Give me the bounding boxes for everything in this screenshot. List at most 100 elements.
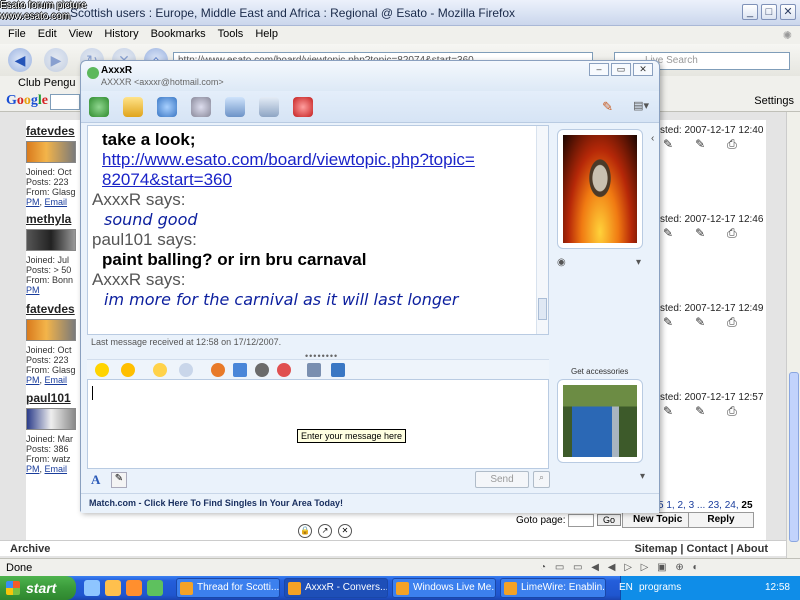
email-link[interactable]: Email <box>45 197 68 207</box>
print-icon[interactable]: ⎙ <box>727 315 737 330</box>
back-icon[interactable]: ◀ <box>8 48 32 72</box>
handwriting-icon[interactable]: ✎ <box>111 472 127 488</box>
print-icon[interactable]: ⎙ <box>727 226 737 241</box>
menu-file[interactable]: File <box>0 26 32 42</box>
edit-icon[interactable]: ✎ <box>695 404 705 419</box>
menu-icon[interactable]: ▤▾ <box>633 99 649 112</box>
activities-icon[interactable] <box>259 97 279 117</box>
page-scrollbar[interactable] <box>786 112 800 558</box>
new-topic-button[interactable]: New Topic <box>622 512 694 528</box>
search-icon[interactable]: ⌕ <box>533 471 550 488</box>
ie-icon[interactable] <box>84 580 100 596</box>
pm-link[interactable]: PM <box>26 375 40 385</box>
close-button[interactable]: ✕ <box>633 63 653 76</box>
share-folders-icon[interactable] <box>225 97 245 117</box>
scrollbar-thumb[interactable] <box>789 372 799 542</box>
wink-icon[interactable] <box>121 363 135 377</box>
goto-page-input[interactable] <box>568 514 595 527</box>
bookmark-club-penguin[interactable]: Club Pengu <box>18 77 76 89</box>
minimize-button[interactable]: _ <box>742 4 758 20</box>
edit-icon[interactable]: ✎ <box>695 226 705 241</box>
menu-history[interactable]: History <box>98 26 144 42</box>
close-icon[interactable]: ✕ <box>338 524 352 538</box>
dropdown-icon[interactable]: ▾ <box>636 257 641 268</box>
get-accessories-link[interactable]: Get accessories <box>571 367 628 376</box>
message-input[interactable] <box>87 379 549 469</box>
menu-help[interactable]: Help <box>249 26 284 42</box>
quote-icon[interactable]: ✎ <box>663 315 673 330</box>
font-icon[interactable] <box>307 363 321 377</box>
ad-text[interactable]: Match.com - Click Here To Find Singles I… <box>89 498 343 508</box>
menu-bookmarks[interactable]: Bookmarks <box>145 26 212 42</box>
send-button[interactable]: Send <box>475 471 529 488</box>
email-link[interactable]: Email <box>45 464 68 474</box>
taskbar-item-firefox[interactable]: Thread for Scotti... <box>176 578 280 598</box>
desktop-icon[interactable] <box>105 580 121 596</box>
taskbar-item-limewire[interactable]: LimeWire: Enablin... <box>500 578 606 598</box>
google-settings-button[interactable]: Settings <box>754 95 794 107</box>
programs-toolbar[interactable]: programs <box>639 582 681 593</box>
message-link[interactable]: http://www.esato.com/board/viewtopic.php… <box>102 150 540 170</box>
taskbar-item-messenger[interactable]: Windows Live Me... <box>392 578 496 598</box>
maximize-button[interactable]: □ <box>761 4 777 20</box>
pm-link[interactable]: PM <box>26 197 40 207</box>
video-call-icon[interactable] <box>157 97 177 117</box>
reply-button[interactable]: Reply <box>688 512 754 528</box>
quote-icon[interactable]: ✎ <box>663 404 673 419</box>
print-icon[interactable]: ⎙ <box>727 137 737 152</box>
author-name[interactable]: fatevdes <box>26 302 82 316</box>
background-icon[interactable] <box>233 363 247 377</box>
media-player-icon[interactable] <box>147 580 163 596</box>
invite-contact-icon[interactable] <box>89 97 109 117</box>
pm-link[interactable]: PM <box>26 464 40 474</box>
taskbar-item-conversation[interactable]: AxxxR - Convers... <box>284 578 388 598</box>
maximize-button[interactable]: ▭ <box>611 63 631 76</box>
edit-icon[interactable]: ✎ <box>695 315 705 330</box>
author-name[interactable]: methyla <box>26 212 82 226</box>
quote-icon[interactable]: ✎ <box>663 137 673 152</box>
author-name[interactable]: fatevdes <box>26 124 82 138</box>
pagination[interactable]: 5 1, 2, 3 ... 23, 24, 25 <box>658 500 753 511</box>
print-icon[interactable]: ⎙ <box>727 404 737 419</box>
pm-link[interactable]: PM <box>26 285 40 295</box>
clock[interactable]: 12:58 <box>765 582 790 593</box>
dropdown-icon[interactable]: ▾ <box>640 471 645 482</box>
advertisement-bar[interactable]: Match.com - Click Here To Find Singles I… <box>81 493 659 513</box>
firefox-icon[interactable] <box>126 580 142 596</box>
nudge-icon[interactable] <box>153 363 167 377</box>
webcam-icon[interactable]: ◉ <box>557 257 566 268</box>
quote-icon[interactable]: ✎ <box>663 226 673 241</box>
lock-icon[interactable]: 🔒 <box>298 524 312 538</box>
games-icon[interactable] <box>255 363 269 377</box>
expand-icon[interactable]: ↗ <box>318 524 332 538</box>
email-link[interactable]: Email <box>45 375 68 385</box>
scrollbar-thumb[interactable] <box>538 298 547 320</box>
minimize-button[interactable]: – <box>589 63 609 76</box>
paint-brush-icon[interactable]: ✎ <box>602 99 613 115</box>
own-display-picture[interactable] <box>557 379 643 463</box>
conversation-scrollbar[interactable] <box>536 126 548 334</box>
font-mode-icon[interactable]: A <box>91 472 100 488</box>
gift-icon[interactable] <box>211 363 225 377</box>
message-link[interactable]: 82074&start=360 <box>102 170 540 190</box>
forward-icon[interactable]: ▶ <box>44 48 68 72</box>
google-search-input[interactable] <box>50 94 80 110</box>
contact-display-picture[interactable] <box>557 129 643 249</box>
call-icon[interactable] <box>191 97 211 117</box>
close-button[interactable]: ✕ <box>780 4 796 20</box>
menu-tools[interactable]: Tools <box>212 26 250 42</box>
send-files-icon[interactable] <box>123 97 143 117</box>
go-button[interactable]: Go <box>597 514 622 527</box>
voice-clip-icon[interactable] <box>179 363 193 377</box>
collapse-panel-icon[interactable]: ‹ <box>651 133 654 144</box>
footer-links[interactable]: Sitemap | Contact | About <box>635 543 768 555</box>
archive-link[interactable]: Archive <box>10 543 50 555</box>
start-button[interactable]: start <box>0 576 76 600</box>
more-options-icon[interactable] <box>331 363 345 377</box>
block-icon[interactable] <box>293 97 313 117</box>
language-indicator[interactable]: EN <box>619 582 633 593</box>
author-name[interactable]: paul101 <box>26 391 82 405</box>
menu-edit[interactable]: Edit <box>32 26 63 42</box>
emoticon-icon[interactable] <box>95 363 109 377</box>
winks-icon[interactable] <box>277 363 291 377</box>
